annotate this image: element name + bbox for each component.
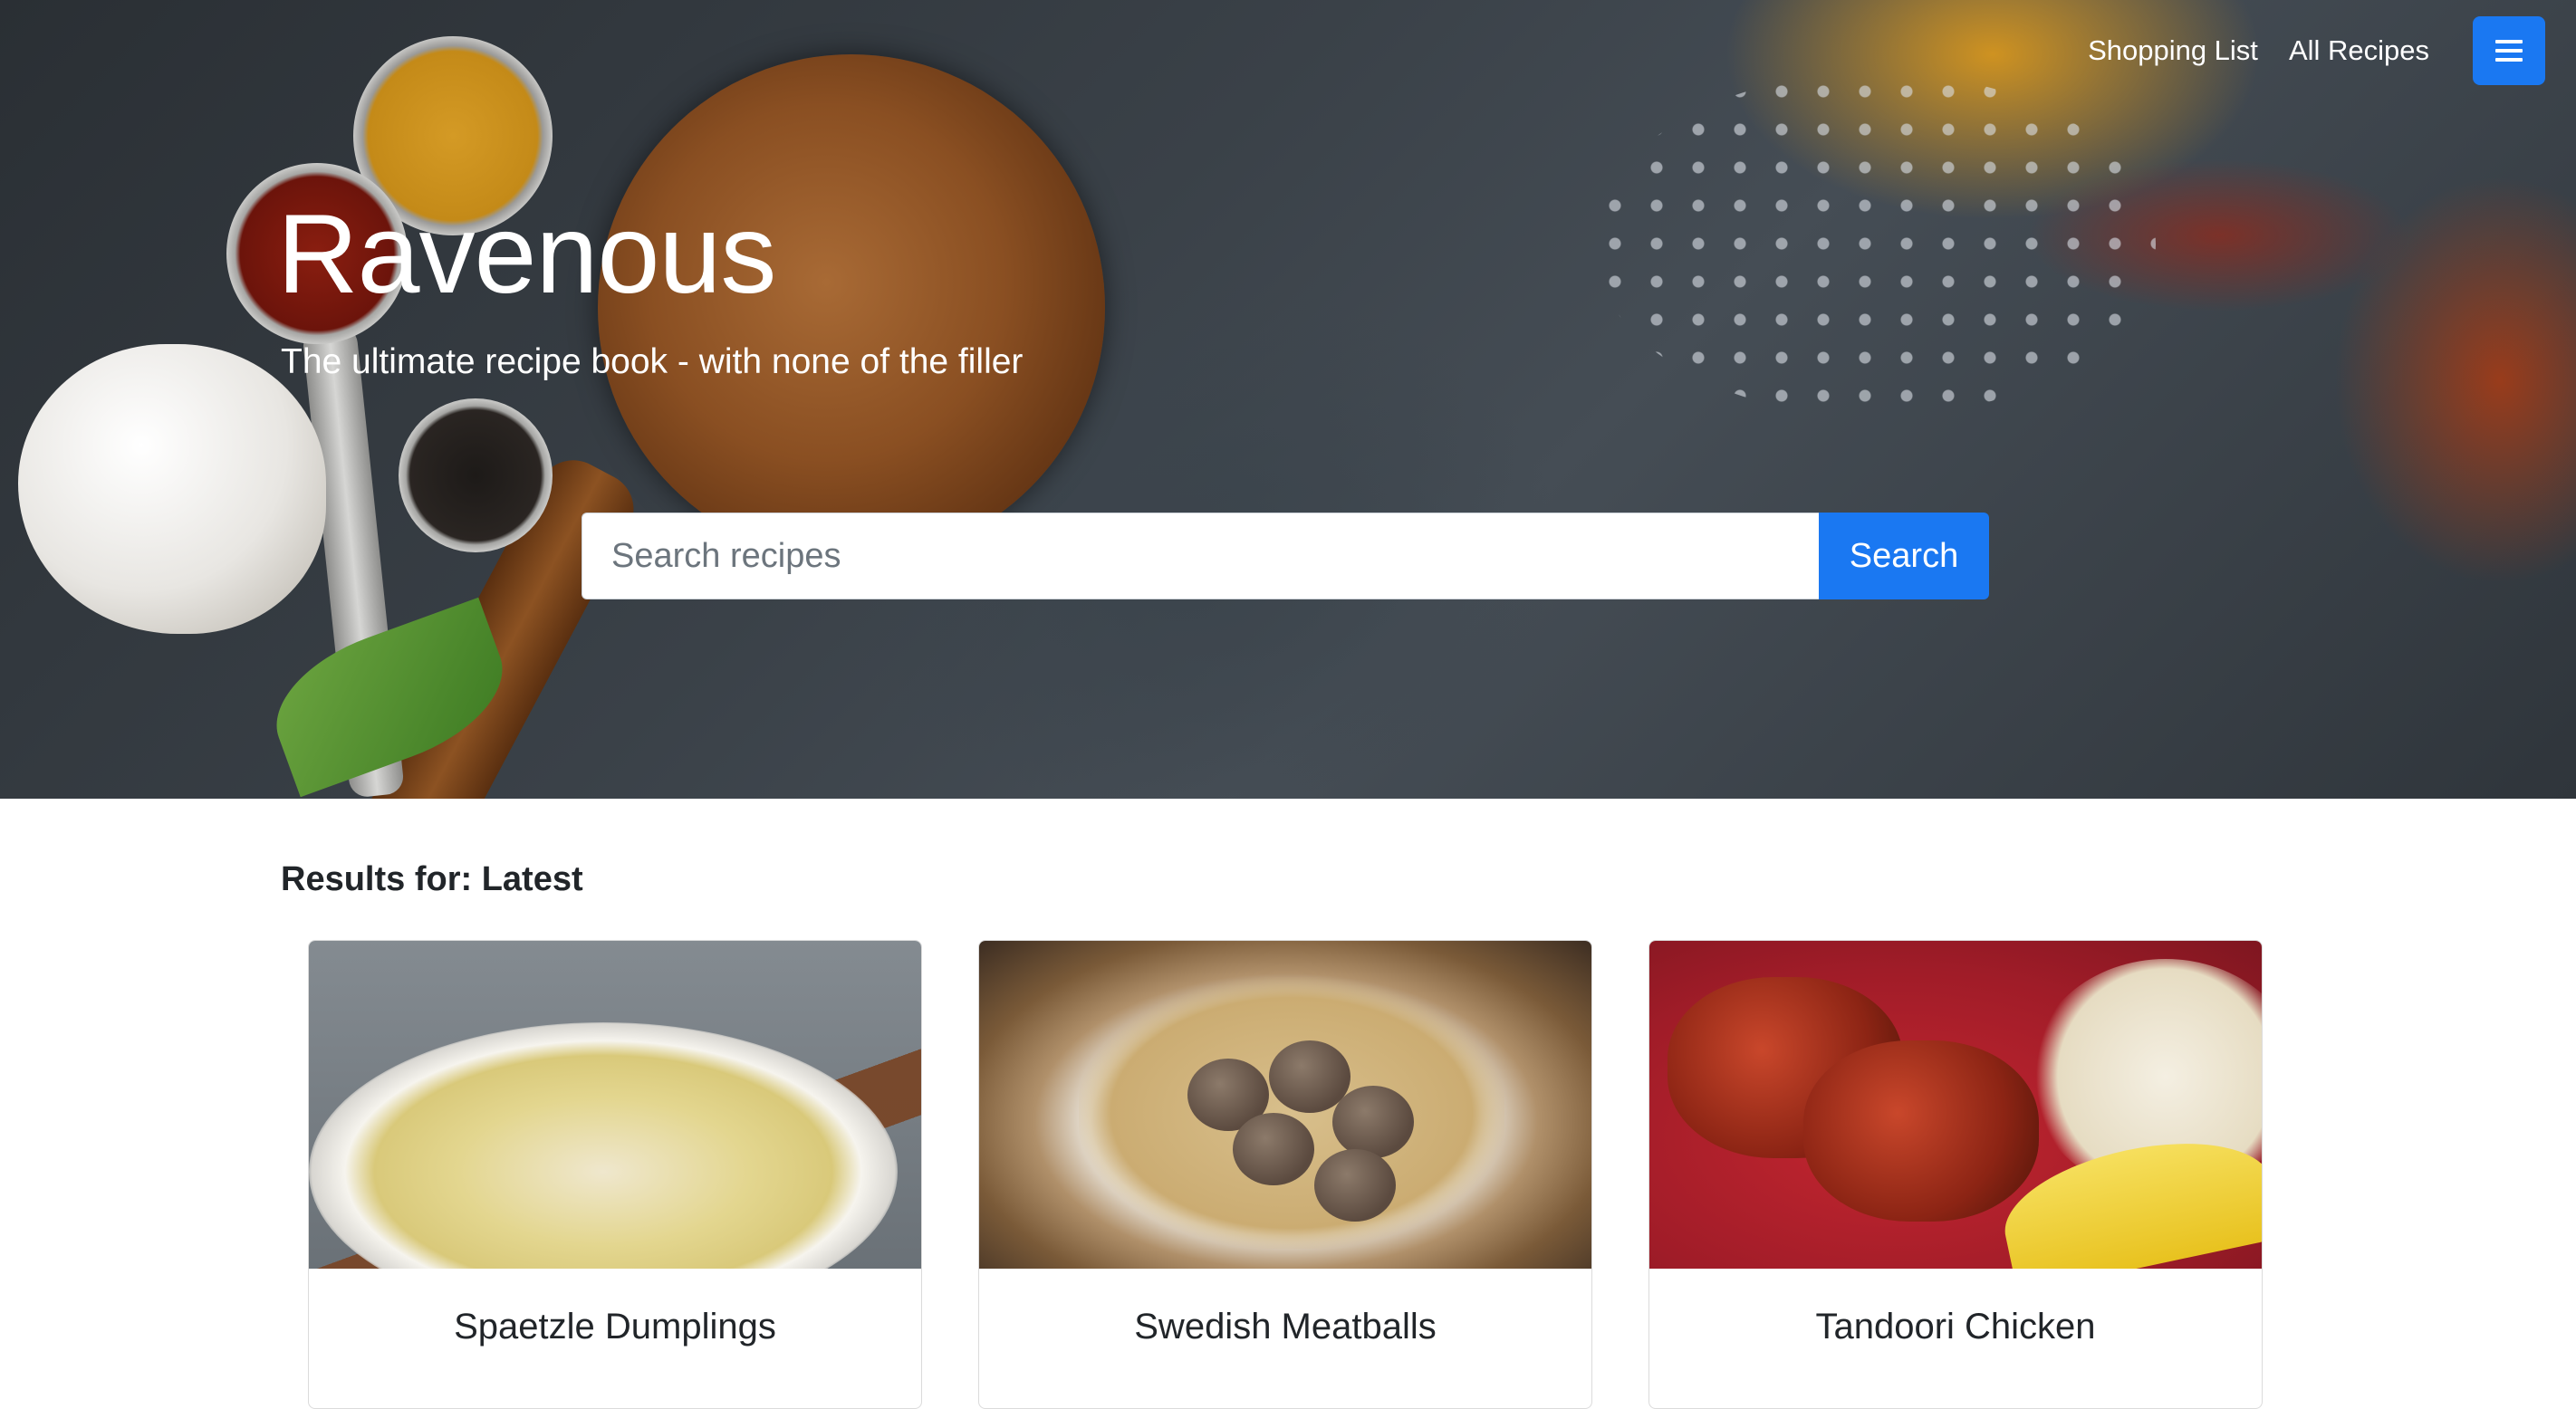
nav-link-all-recipes[interactable]: All Recipes	[2289, 34, 2429, 67]
recipe-image-meatballs	[979, 941, 1591, 1269]
recipe-card-list: Spaetzle Dumplings Swedish Meatballs Tan…	[308, 940, 2263, 1409]
salt-crystals-decoration	[1594, 72, 2156, 417]
pasta-shape	[1079, 977, 1504, 1249]
top-nav: Shopping List All Recipes	[2088, 16, 2545, 85]
recipe-card-title: Swedish Meatballs	[1134, 1307, 1437, 1347]
menu-button[interactable]	[2473, 16, 2545, 85]
recipe-card[interactable]: Spaetzle Dumplings	[308, 940, 922, 1409]
garlic-decoration	[18, 344, 326, 634]
site-tagline: The ultimate recipe book - with none of …	[281, 342, 1024, 381]
recipe-card[interactable]: Swedish Meatballs	[978, 940, 1592, 1409]
recipe-image-spaetzle	[309, 941, 921, 1269]
recipe-card-title: Spaetzle Dumplings	[454, 1307, 776, 1347]
search-input[interactable]	[582, 513, 1819, 599]
recipe-card[interactable]: Tandoori Chicken	[1648, 940, 2263, 1409]
recipe-card-title: Tandoori Chicken	[1815, 1307, 2096, 1347]
nav-link-shopping-list[interactable]: Shopping List	[2088, 34, 2258, 67]
hero-banner: Shopping List All Recipes Ravenous The u…	[0, 0, 2576, 799]
hamburger-menu-icon	[2495, 40, 2523, 62]
recipe-image-tandoori	[1649, 941, 2262, 1269]
meatball-shape	[1332, 1086, 1414, 1158]
site-title: Ravenous	[277, 192, 776, 317]
peppercorn-spoon-decoration	[399, 398, 553, 552]
search-form: Search	[582, 513, 1989, 599]
meatball-shape	[1314, 1149, 1396, 1222]
meatball-shape	[1233, 1113, 1314, 1185]
results-heading: Results for: Latest	[281, 860, 583, 898]
plate-shape	[309, 1022, 898, 1269]
chicken-shape	[1803, 1040, 2039, 1222]
search-button[interactable]: Search	[1819, 513, 1989, 599]
